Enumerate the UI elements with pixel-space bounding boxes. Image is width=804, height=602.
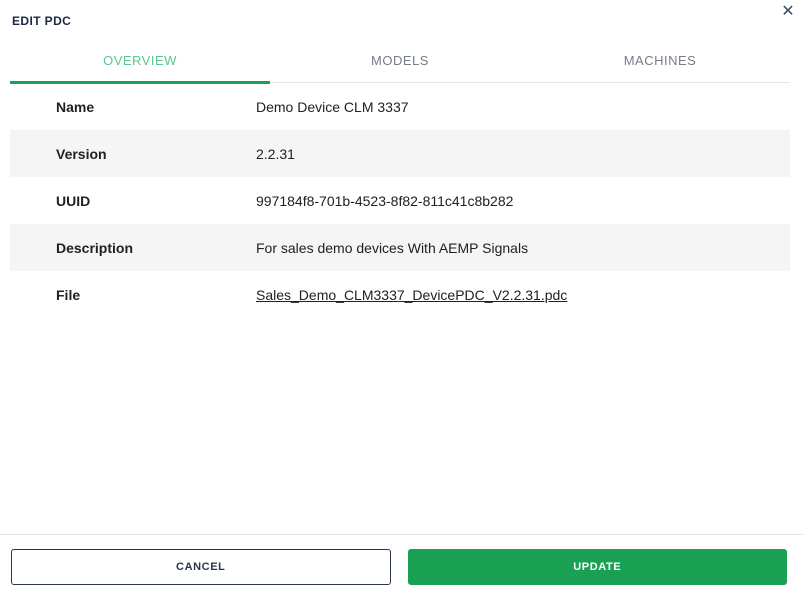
tab-bar: OVERVIEW MODELS MACHINES xyxy=(10,45,790,84)
field-list: Name Demo Device CLM 3337 Version 2.2.31 UUI… xyxy=(10,83,790,318)
tab-machines[interactable]: MACHINES xyxy=(530,45,790,82)
field-row-uuid: UUID 997184f8-701b-4523-8f82-811c41c8b282 xyxy=(10,177,790,224)
field-row-file: File Sales_Demo_CLM3337_DevicePDC_V2.2.31… xyxy=(10,271,790,318)
field-label: Version xyxy=(56,145,107,162)
field-label: Description xyxy=(56,239,134,256)
field-value: 997184f8-701b-4523-8f82-811c41c8b282 xyxy=(256,192,514,209)
dialog-header: EDIT PDC xyxy=(0,0,804,28)
field-value: For sales demo devices With AEMP Signals xyxy=(256,239,529,256)
tab-overview[interactable]: OVERVIEW xyxy=(10,45,270,84)
field-row-description: Description For sales demo devices With A… xyxy=(10,224,790,271)
close-icon[interactable]: ✕ xyxy=(776,0,800,24)
field-value: Demo Device CLM 3337 xyxy=(256,98,409,115)
tab-models[interactable]: MODELS xyxy=(270,45,530,82)
file-link[interactable]: Sales_Demo_CLM3337_DevicePDC_V2.2.31.pdc xyxy=(256,287,567,303)
dialog-footer: CANCEL UPDATE xyxy=(0,534,804,602)
field-label: UUID xyxy=(56,192,91,209)
cancel-button[interactable]: CANCEL xyxy=(11,549,391,585)
field-value: 2.2.31 xyxy=(256,145,295,162)
dialog-title: EDIT PDC xyxy=(12,14,72,28)
field-label: Name xyxy=(56,98,95,115)
field-row-name: Name Demo Device CLM 3337 xyxy=(10,83,790,130)
field-row-version: Version 2.2.31 xyxy=(10,130,790,177)
edit-pdc-dialog: EDIT PDC ✕ OVERVIEW MODELS MACHINES Name De… xyxy=(0,0,804,602)
field-label: File xyxy=(56,286,81,303)
update-button[interactable]: UPDATE xyxy=(407,549,787,585)
